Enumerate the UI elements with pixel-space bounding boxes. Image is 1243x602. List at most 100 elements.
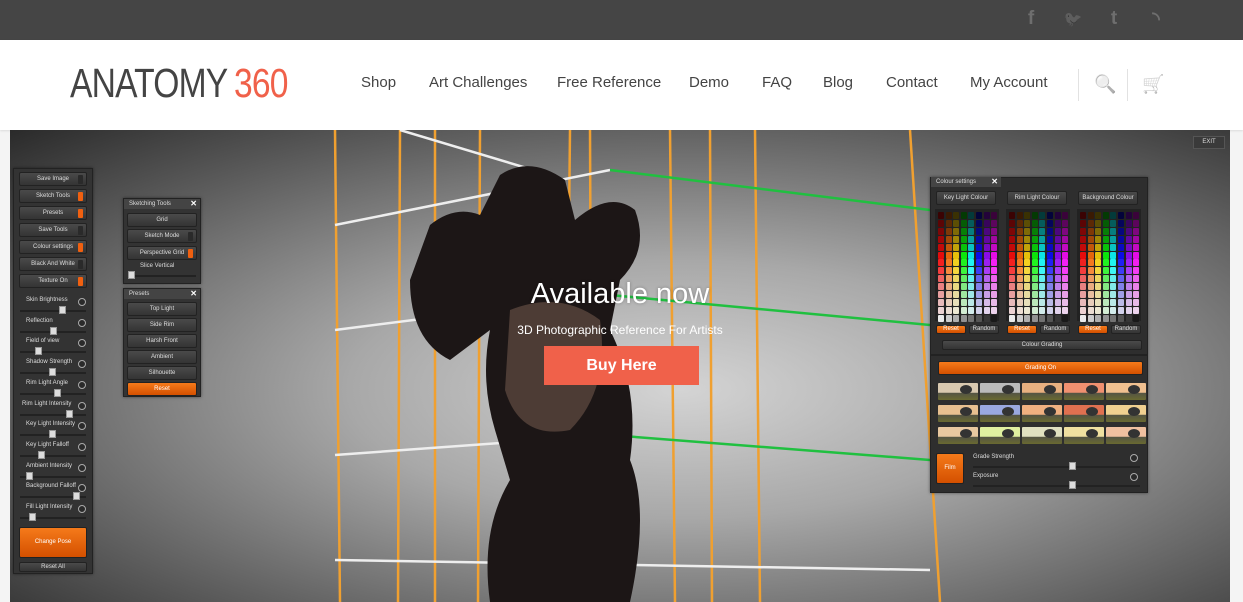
slider-handle[interactable] [72,492,80,501]
colour-swatch[interactable] [1062,235,1069,243]
grading-preset-thumbnail[interactable] [980,383,1020,400]
colour-swatch[interactable] [1110,275,1117,283]
colour-swatch[interactable] [983,251,990,259]
colour-swatch[interactable] [1039,235,1046,243]
colour-swatch[interactable] [945,235,952,243]
colour-swatch[interactable] [960,235,967,243]
colour-swatch[interactable] [960,227,967,235]
nav-art-challenges[interactable]: Art Challenges [429,74,527,91]
colour-swatch[interactable] [953,283,960,291]
colour-swatch[interactable] [1031,291,1038,298]
colour-swatch[interactable] [1054,219,1061,227]
slider-handle[interactable] [59,306,66,314]
grading-preset-thumbnail[interactable] [1106,427,1146,444]
reflection-slider[interactable] [20,326,86,335]
film-button[interactable]: Film [936,453,964,484]
colour-swatch[interactable] [960,219,967,227]
silhouette-preset-button[interactable]: Silhouette [127,366,197,380]
colour-swatch[interactable] [960,251,967,259]
colour-swatch[interactable] [968,235,975,243]
colour-swatch[interactable] [976,243,982,251]
colour-swatch[interactable] [960,298,967,306]
colour-swatch[interactable] [1039,219,1046,227]
colour-swatch[interactable] [1087,259,1094,267]
colour-swatch[interactable] [968,314,975,322]
colour-swatch[interactable] [1016,298,1023,306]
colour-swatch[interactable] [968,227,975,235]
grading-preset-thumbnail[interactable] [980,405,1020,422]
colour-swatch[interactable] [968,298,975,306]
colour-swatch[interactable] [1031,259,1038,267]
colour-swatch[interactable] [960,212,967,219]
exposure-slider[interactable] [973,481,1140,489]
colour-swatch[interactable] [968,219,975,227]
colour-swatch[interactable] [953,212,960,219]
colour-swatch[interactable] [945,251,952,259]
side-rim-preset-button[interactable]: Side Rim [127,318,197,332]
presets-reset-button[interactable]: Reset [127,382,197,396]
skin-brightness-slider[interactable] [20,306,86,314]
colour-swatch[interactable] [1047,298,1053,306]
colour-swatch[interactable] [991,314,998,322]
colour-swatch[interactable] [1133,306,1140,314]
colour-swatch[interactable] [945,291,952,298]
colour-swatch[interactable] [1133,298,1140,306]
colour-swatch[interactable] [968,291,975,298]
colour-swatch[interactable] [945,298,952,306]
nav-free-reference[interactable]: Free Reference [557,74,661,91]
colour-swatch[interactable] [953,267,960,275]
colour-swatch[interactable] [983,291,990,298]
colour-swatch[interactable] [1054,251,1061,259]
colour-swatch[interactable] [1062,275,1069,283]
colour-swatch[interactable] [1009,291,1015,298]
colour-swatch[interactable] [1125,306,1132,314]
colour-swatch[interactable] [976,267,982,275]
colour-swatch[interactable] [938,212,944,219]
colour-swatch[interactable] [983,283,990,291]
colour-swatch[interactable] [1125,212,1132,219]
slider-handle[interactable] [1069,462,1077,470]
slider-handle[interactable] [50,326,57,335]
colour-swatch[interactable] [938,235,944,243]
colour-swatch[interactable] [1125,298,1132,306]
colour-swatch[interactable] [968,267,975,275]
colour-swatch[interactable] [1087,212,1094,219]
colour-swatch[interactable] [983,275,990,283]
colour-swatch[interactable] [1009,314,1015,322]
colour-swatch[interactable] [1039,283,1046,291]
colour-swatch[interactable] [960,283,967,291]
colour-swatch[interactable] [1125,267,1132,275]
colour-swatch[interactable] [1110,219,1117,227]
colour-swatch[interactable] [1062,219,1069,227]
colour-swatch[interactable] [945,212,952,219]
colour-swatch[interactable] [1024,283,1031,291]
colour-swatch[interactable] [1080,298,1086,306]
colour-swatch[interactable] [938,227,944,235]
colour-swatch[interactable] [1031,267,1038,275]
colour-swatch[interactable] [1118,219,1124,227]
hero-viewer[interactable]: EXIT Available now 3D Photographic Refer… [10,130,1230,602]
colour-swatch[interactable] [1125,314,1132,322]
colour-swatch[interactable] [983,219,990,227]
colour-swatch[interactable] [1087,243,1094,251]
colour-swatch[interactable] [953,219,960,227]
colour-swatch[interactable] [1095,251,1102,259]
colour-swatch[interactable] [1054,283,1061,291]
colour-swatch[interactable] [953,243,960,251]
colour-swatch[interactable] [1125,251,1132,259]
colour-swatch[interactable] [1110,298,1117,306]
ambient-intensity-slider[interactable] [20,471,86,480]
colour-swatch[interactable] [1024,267,1031,275]
colour-swatch[interactable] [1009,212,1015,219]
colour-swatch[interactable] [1039,227,1046,235]
colour-swatch[interactable] [938,251,944,259]
change-pose-button[interactable]: Change Pose [19,527,87,558]
colour-swatch[interactable] [938,306,944,314]
colour-swatch[interactable] [1102,291,1109,298]
colour-swatch[interactable] [1054,291,1061,298]
colour-swatch[interactable] [1080,314,1086,322]
colour-swatch[interactable] [1110,291,1117,298]
colour-swatch[interactable] [1133,219,1140,227]
black-and-white-button[interactable]: Black And White [19,257,87,271]
grading-preset-thumbnail[interactable] [938,405,978,422]
